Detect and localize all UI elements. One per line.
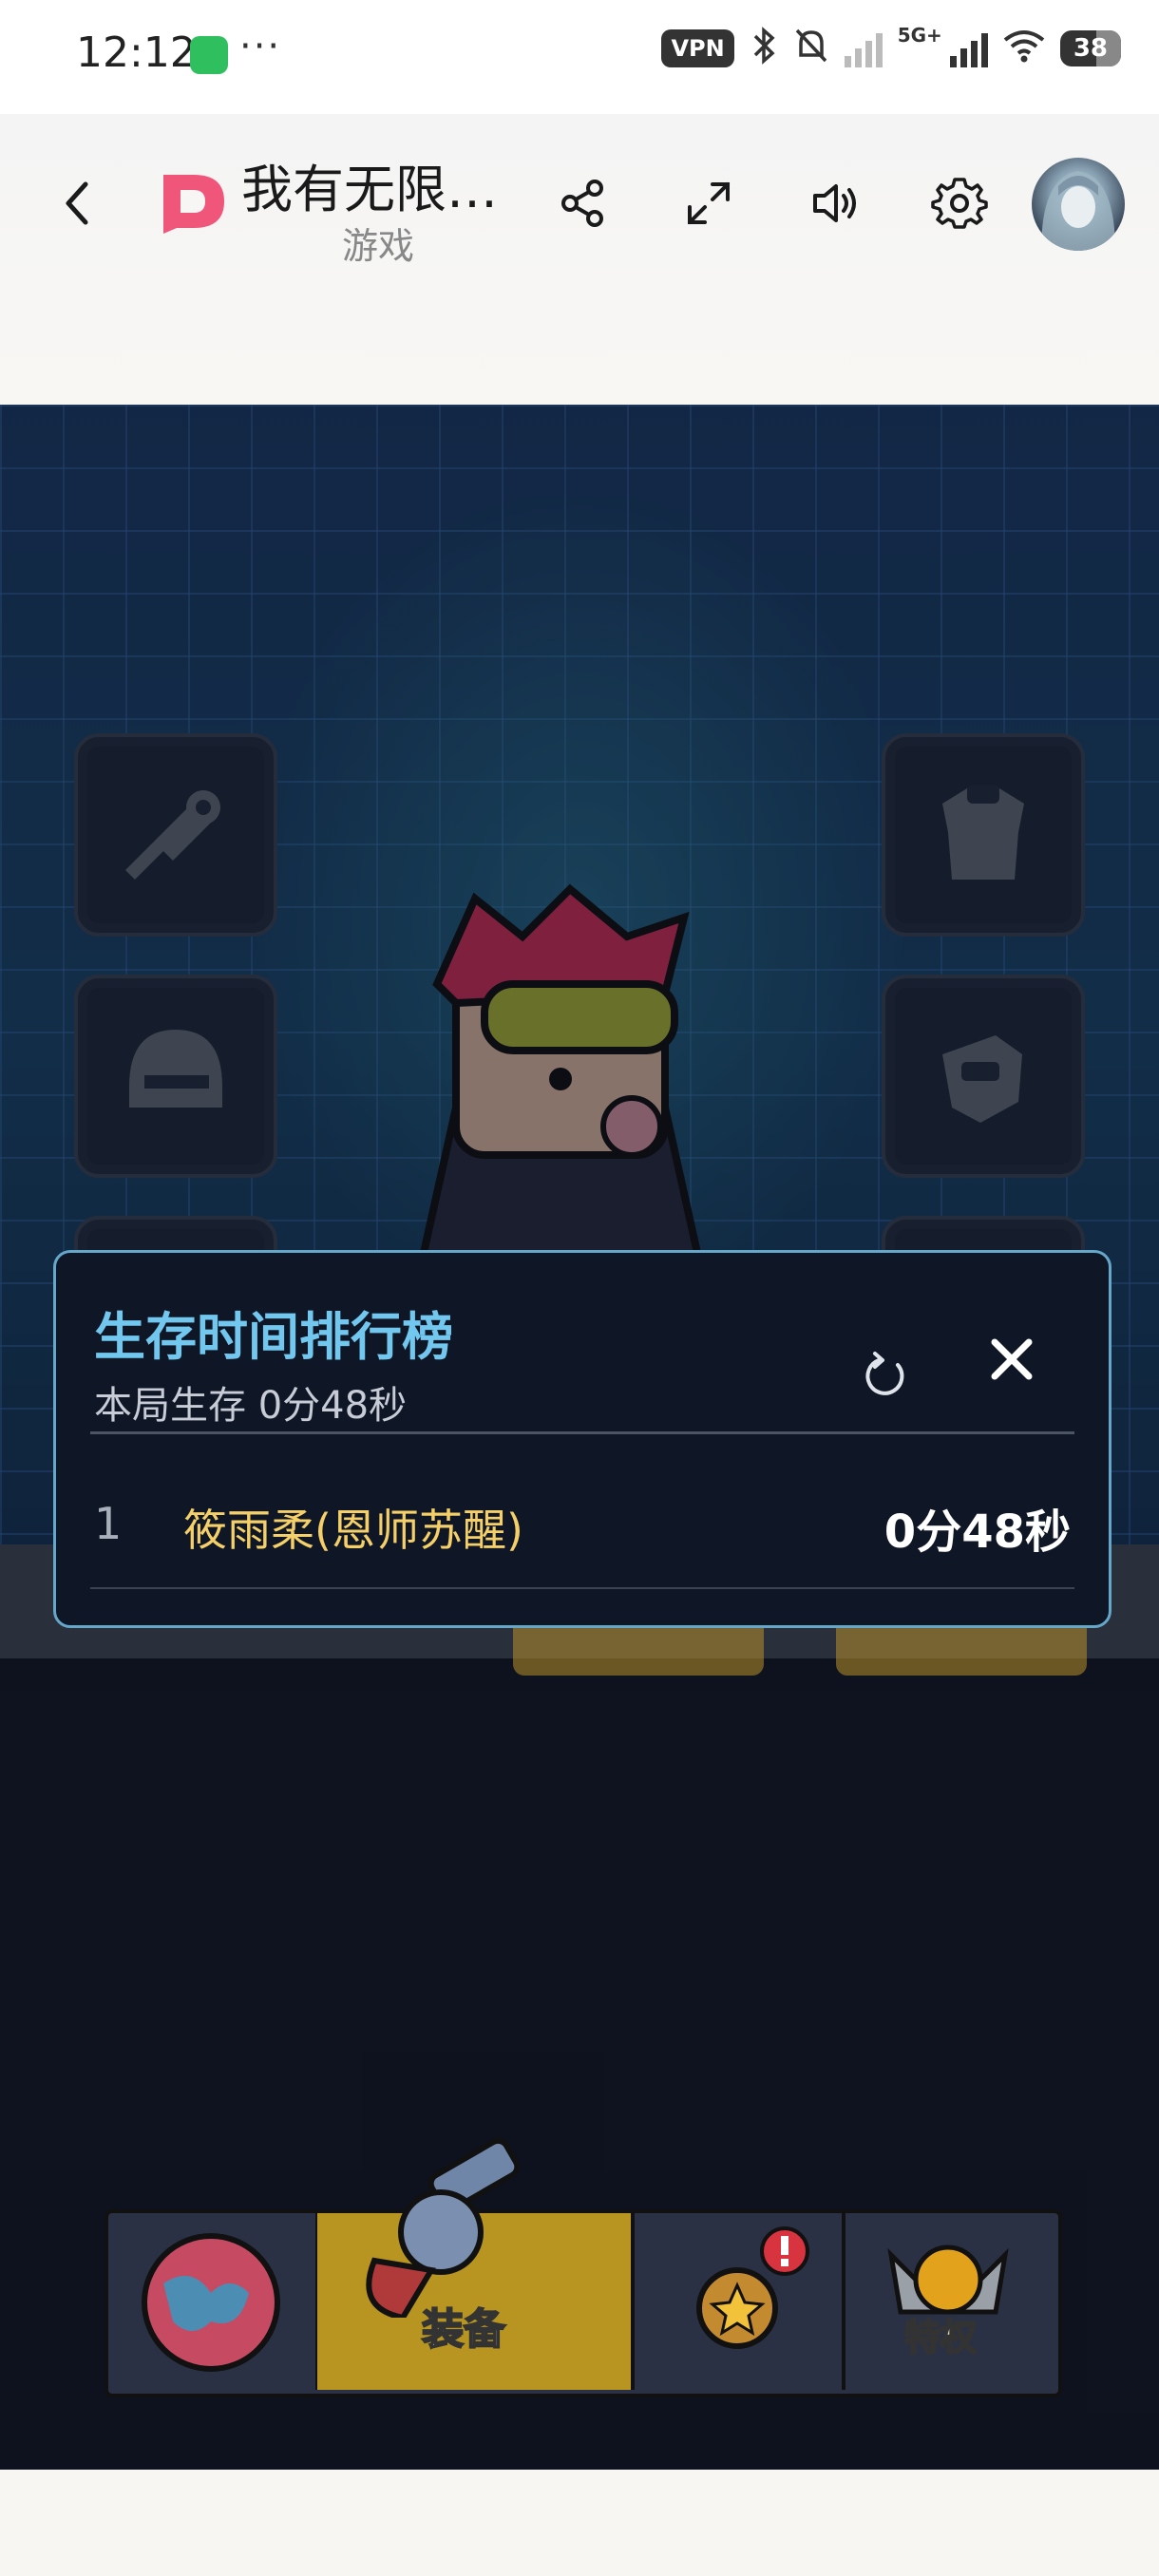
page-title: 我有无限…	[241, 160, 498, 219]
share-icon	[561, 180, 603, 227]
expand-icon	[688, 182, 730, 224]
avatar-portrait-icon	[1041, 171, 1115, 251]
planet-icon	[142, 2233, 280, 2372]
status-time: 12:12	[76, 28, 197, 77]
gear-icon	[931, 178, 988, 229]
chevron-left-icon	[66, 181, 88, 225]
sim1-signal-icon	[844, 29, 883, 67]
network-type-label: 5G+	[897, 24, 942, 47]
star-medal-icon	[696, 2226, 809, 2349]
sim2-signal-icon	[949, 29, 988, 67]
chat-app-notification-icon	[190, 36, 228, 74]
app-logo-icon	[158, 169, 228, 236]
page-subtitle: 游戏	[342, 225, 415, 267]
dock-equip-button[interactable]: 装备	[317, 2137, 635, 2390]
settings-button[interactable]	[931, 175, 988, 232]
status-bar: 12:12 ··· VPN 5G+ 38	[0, 0, 1159, 114]
status-icons: VPN 5G+ 38	[661, 24, 1121, 70]
vpn-badge: VPN	[661, 29, 734, 67]
survival-time: 0分48秒	[884, 1506, 1071, 1559]
muted-bell-icon	[793, 27, 829, 70]
user-avatar[interactable]	[1032, 158, 1125, 251]
bluetooth-icon	[750, 27, 778, 70]
rank-number: 1	[94, 1498, 123, 1549]
sound-button[interactable]	[806, 175, 863, 232]
wifi-icon	[1003, 28, 1045, 68]
fullscreen-button[interactable]	[680, 175, 737, 232]
player-name: 筱雨柔(恩师苏醒)	[183, 1505, 523, 1556]
battery-indicator: 38	[1059, 30, 1121, 66]
back-button[interactable]	[57, 179, 99, 228]
dock-privilege-label: 特权	[903, 2316, 978, 2359]
dock-privilege-button[interactable]: 特权	[844, 2213, 1054, 2390]
app-header	[0, 114, 1159, 405]
divider	[90, 1587, 1074, 1589]
dock-rank-button[interactable]	[633, 2213, 846, 2390]
dock-world-button[interactable]	[108, 2213, 319, 2390]
dock-equip-label: 装备	[421, 2304, 506, 2355]
speaker-icon	[813, 184, 856, 222]
leaderboard-dialog: 生存时间排行榜 本局生存 0分48秒 1 筱雨柔(恩师苏醒) 0分48秒	[53, 1250, 1112, 1628]
revolver-icon	[366, 2137, 521, 2318]
share-button[interactable]	[555, 175, 612, 232]
more-notifications-icon: ···	[239, 25, 282, 68]
table-row: 1 筱雨柔(恩师苏醒) 0分48秒	[56, 1253, 1109, 1625]
bottom-safe-area	[0, 2470, 1159, 2576]
